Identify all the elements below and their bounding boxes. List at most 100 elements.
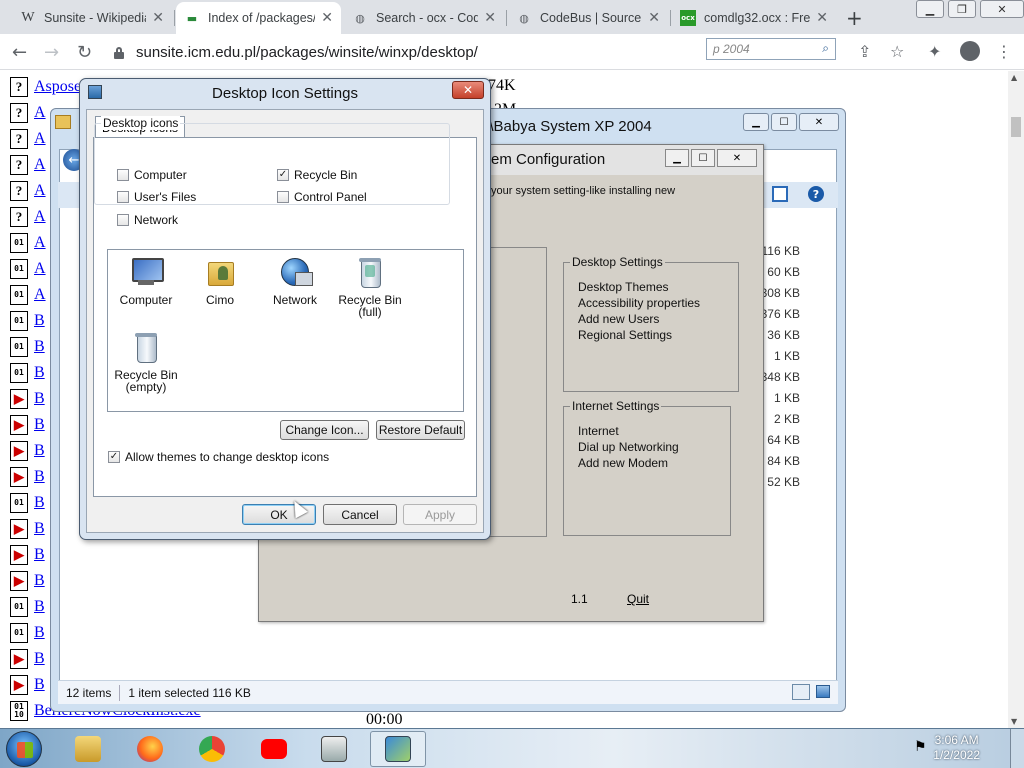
quit-button[interactable]: Quit <box>627 592 649 606</box>
file-link[interactable]: B <box>34 364 45 382</box>
checkbox-box[interactable]: ✓ <box>277 169 289 181</box>
file-link[interactable]: B <box>34 650 45 668</box>
thumbnail-view-icon[interactable] <box>816 685 830 698</box>
close-tab-icon[interactable]: ✕ <box>321 10 333 26</box>
allow-themes-checkbox[interactable]: ✓ Allow themes to change desktop icons <box>108 450 329 464</box>
computer-checkbox[interactable]: Computer <box>117 168 187 182</box>
tab-wikipedia[interactable]: W Sunsite - Wikipedia ✕ <box>12 2 172 34</box>
cancel-button[interactable]: Cancel <box>323 504 397 525</box>
network-checkbox[interactable]: Network <box>117 213 178 227</box>
file-link[interactable]: A <box>34 130 46 148</box>
maximize-button[interactable]: ☐ <box>691 149 715 167</box>
minimize-button[interactable]: ▁ <box>665 149 689 167</box>
checkbox-box[interactable] <box>117 169 129 181</box>
explorer-search-input[interactable]: p 2004 ⌕ <box>706 38 836 60</box>
add-users-link[interactable]: Add new Users <box>578 312 659 326</box>
desktop-icon-list[interactable]: Computer Cimo Network Recycle Bin (full)… <box>107 249 464 412</box>
restore-default-button[interactable]: Restore Default <box>376 420 465 440</box>
file-link[interactable]: B <box>34 416 45 434</box>
checkbox-box[interactable] <box>117 191 129 203</box>
accessibility-link[interactable]: Accessibility properties <box>578 296 700 310</box>
details-view-icon[interactable] <box>792 684 810 700</box>
help-icon[interactable]: ? <box>808 186 824 202</box>
icon-item-recycle-bin-empty[interactable]: Recycle Bin (empty) <box>106 331 186 393</box>
taskbar-calculator[interactable] <box>306 731 362 767</box>
close-tab-icon[interactable]: ✕ <box>648 10 660 26</box>
file-link[interactable]: B <box>34 494 45 512</box>
page-scrollbar[interactable]: ▲ ▼ <box>1008 71 1024 728</box>
internet-link[interactable]: Internet <box>578 424 619 438</box>
checkbox-box[interactable] <box>117 214 129 226</box>
checkbox-box[interactable] <box>277 191 289 203</box>
profile-avatar-icon[interactable] <box>960 41 980 61</box>
back-arrow-icon[interactable]: ← <box>12 42 27 63</box>
maximize-button[interactable]: ❐ <box>948 0 976 18</box>
minimize-button[interactable]: ▁ <box>743 113 769 131</box>
file-link[interactable]: B <box>34 468 45 486</box>
file-link[interactable]: B <box>34 572 45 590</box>
share-icon[interactable]: ⇪ <box>858 42 871 61</box>
file-link[interactable]: Aspose <box>34 78 81 96</box>
menu-kebab-icon[interactable]: ⋮ <box>996 42 1012 61</box>
file-link[interactable]: B <box>34 546 45 564</box>
tab-codebus[interactable]: ◍ CodeBus | Source Code ✕ <box>508 2 668 34</box>
desktop-themes-link[interactable]: Desktop Themes <box>578 280 669 294</box>
file-link[interactable]: A <box>34 182 46 200</box>
taskbar-firefox[interactable] <box>122 731 178 767</box>
preview-pane-icon[interactable] <box>772 186 788 202</box>
users-files-checkbox[interactable]: User's Files <box>117 190 196 204</box>
dialup-link[interactable]: Dial up Networking <box>578 440 679 454</box>
close-button[interactable]: ✕ <box>717 149 757 167</box>
close-button[interactable]: ✕ <box>799 113 839 131</box>
extensions-puzzle-icon[interactable]: ✦ <box>928 42 941 61</box>
file-link[interactable]: B <box>34 442 45 460</box>
file-link[interactable]: B <box>34 624 45 642</box>
file-link[interactable]: A <box>34 286 46 304</box>
file-link[interactable]: B <box>34 520 45 538</box>
action-center-flag-icon[interactable]: ⚑ <box>914 739 927 755</box>
start-button[interactable] <box>6 731 42 767</box>
reload-icon[interactable]: ↻ <box>77 42 92 63</box>
tab-index-packages[interactable]: ▬ Index of /packages/winsite/winxp/deskt… <box>176 2 341 34</box>
file-link[interactable]: B <box>34 338 45 356</box>
file-link[interactable]: B <box>34 312 45 330</box>
file-link[interactable]: B <box>34 598 45 616</box>
forward-arrow-icon[interactable]: → <box>44 42 59 63</box>
taskbar-explorer[interactable] <box>60 731 116 767</box>
search-icon[interactable]: ⌕ <box>822 41 829 56</box>
taskbar-youtube[interactable] <box>246 731 302 767</box>
icon-item-user-folder[interactable]: Cimo <box>180 256 260 306</box>
file-link[interactable]: A <box>34 156 46 174</box>
icon-item-recycle-bin-full[interactable]: Recycle Bin (full) <box>330 256 410 318</box>
scroll-up-arrow-icon[interactable]: ▲ <box>1011 73 1017 82</box>
show-desktop-button[interactable] <box>1010 729 1024 768</box>
system-clock[interactable]: 3:06 AM 1/2/2022 <box>933 733 980 763</box>
change-icon-button[interactable]: Change Icon... <box>280 420 369 440</box>
add-modem-link[interactable]: Add new Modem <box>578 456 668 470</box>
close-tab-icon[interactable]: ✕ <box>152 10 164 26</box>
file-link[interactable]: B <box>34 390 45 408</box>
checkbox-box[interactable]: ✓ <box>108 451 120 463</box>
icon-item-network[interactable]: Network <box>255 256 335 306</box>
bookmark-star-icon[interactable]: ☆ <box>890 42 904 61</box>
tab-search-ocx[interactable]: ◍ Search - ocx - CodeBus ✕ <box>344 2 504 34</box>
close-window-button[interactable]: ✕ <box>980 0 1024 18</box>
file-link[interactable]: A <box>34 208 46 226</box>
apply-button[interactable]: Apply <box>403 504 477 525</box>
recycle-bin-checkbox[interactable]: ✓ Recycle Bin <box>277 168 357 182</box>
file-link[interactable]: B <box>34 676 45 694</box>
new-tab-button[interactable]: + <box>846 6 863 30</box>
close-dialog-button[interactable]: ✕ <box>452 81 484 99</box>
scrollbar-thumb[interactable] <box>1011 117 1021 137</box>
regional-settings-link[interactable]: Regional Settings <box>578 328 672 342</box>
taskbar-desktop-settings[interactable] <box>370 731 426 767</box>
taskbar-chrome[interactable] <box>184 731 240 767</box>
scroll-down-arrow-icon[interactable]: ▼ <box>1011 717 1017 726</box>
tab-comdlg32[interactable]: ocx comdlg32.ocx : Free ✕ <box>672 2 836 34</box>
close-tab-icon[interactable]: ✕ <box>484 10 496 26</box>
control-panel-checkbox[interactable]: Control Panel <box>277 190 367 204</box>
file-link[interactable]: A <box>34 234 46 252</box>
minimize-button[interactable]: ▁ <box>916 0 944 18</box>
file-link[interactable]: A <box>34 260 46 278</box>
close-tab-icon[interactable]: ✕ <box>816 10 828 26</box>
